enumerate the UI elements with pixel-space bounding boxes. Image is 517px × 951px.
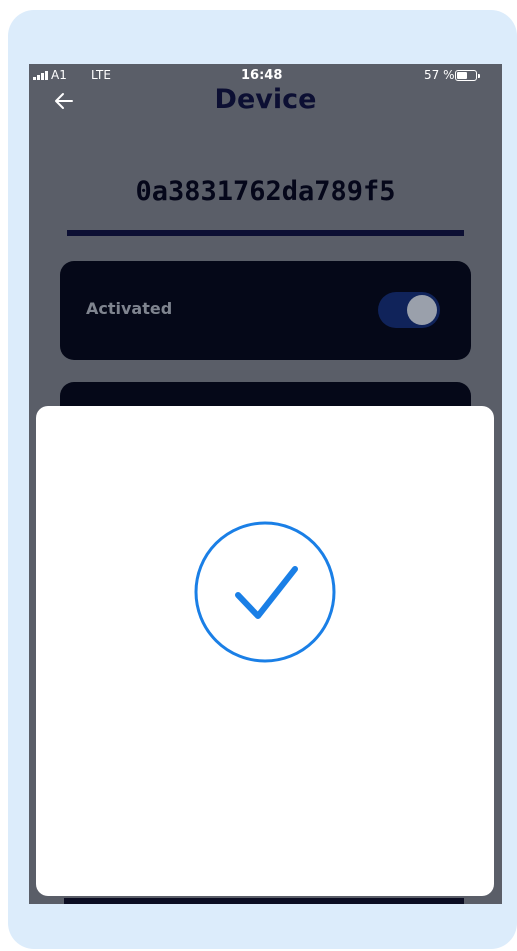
check-circle-icon [193, 520, 337, 664]
status-bar: A1 LTE 16:48 57 % [29, 64, 502, 86]
page-title: Device [214, 84, 317, 115]
carrier-label: A1 [51, 68, 67, 82]
status-time: 16:48 [241, 68, 283, 83]
bottom-card-edge [64, 898, 464, 904]
success-modal [36, 406, 494, 896]
battery-icon [455, 70, 477, 81]
battery-percent: 57 % [424, 68, 455, 82]
battery-tip [478, 74, 480, 78]
device-id: 0a3831762da789f5 [135, 176, 396, 207]
activated-card: Activated [60, 261, 471, 360]
activated-label: Activated [86, 299, 173, 318]
phone-screen: A1 LTE 16:48 57 % Device 0a3831762da789f… [29, 64, 502, 904]
toggle-knob [407, 295, 437, 325]
battery-fill [457, 72, 467, 79]
network-type-label: LTE [91, 68, 111, 82]
signal-icon [33, 71, 48, 80]
device-id-underline [67, 230, 464, 236]
activated-toggle[interactable] [378, 292, 440, 328]
